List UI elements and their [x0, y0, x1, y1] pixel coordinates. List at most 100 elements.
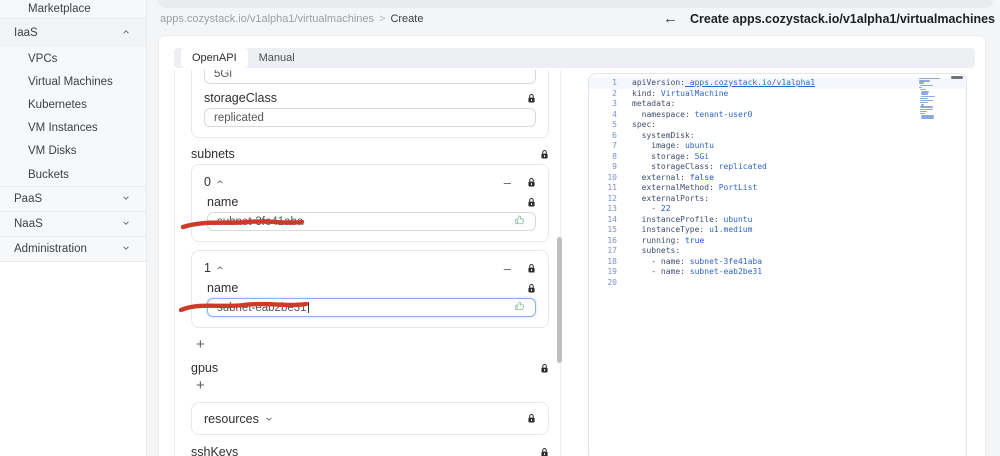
chevron-down-icon	[265, 410, 273, 428]
breadcrumb-resource-link[interactable]: apps.cozystack.io/v1alpha1/virtualmachin…	[160, 13, 374, 25]
add-gpu-button[interactable]: +	[196, 378, 210, 393]
collapse-chevron-icon[interactable]	[216, 175, 224, 189]
editor-scroll-indicator[interactable]	[951, 76, 963, 79]
subnet-item-card-1: 1 – name subnet-eab2be31	[191, 250, 549, 328]
lock-icon	[541, 149, 548, 158]
minimap-line	[920, 84, 933, 86]
sshkeys-label-row: sshKeys	[191, 445, 549, 456]
sidebar-item-vm-instances[interactable]: VM Instances	[0, 116, 146, 140]
sidebar-item-label: NaaS	[14, 218, 43, 231]
line-number: 5	[612, 120, 617, 129]
input-value: 5Gi	[214, 70, 232, 80]
remove-item-icon[interactable]: –	[504, 176, 511, 189]
field-label: name	[207, 195, 239, 209]
sidebar-item-label: Virtual Machines	[28, 75, 113, 88]
code-token: false	[684, 172, 714, 182]
tab-manual[interactable]: Manual	[248, 48, 306, 68]
line-number: 13	[607, 204, 617, 213]
sidebar-item-virtual-machines[interactable]: Virtual Machines	[0, 70, 146, 94]
resources-collapse-card[interactable]: resources	[191, 402, 549, 435]
line-number: 3	[612, 99, 617, 108]
minimap-line	[921, 93, 928, 95]
sidebar-item-paas[interactable]: PaaS	[0, 187, 146, 212]
breadcrumb-separator: >	[379, 13, 386, 25]
lock-icon	[541, 447, 548, 456]
code-line: 10 external: false	[589, 173, 966, 184]
code-line: 6 systemDisk:	[589, 131, 966, 142]
sidebar-item-buckets[interactable]: Buckets	[0, 162, 146, 187]
sidebar-divider	[0, 261, 146, 263]
code-token: instanceType:	[632, 225, 705, 234]
minimap-line	[921, 91, 929, 93]
code-lines: 1 apiVersion: apps.cozystack.io/v1alpha1 2…	[589, 78, 966, 288]
minimap-line	[920, 110, 928, 113]
code-token: VirtualMachine	[656, 88, 729, 98]
tab-openapi[interactable]: OpenAPI	[181, 48, 248, 68]
tab-label: Manual	[258, 52, 295, 64]
code-token: u1.medium	[704, 225, 753, 234]
code-token: tenant-user0	[689, 109, 753, 119]
code-token: ubuntu	[680, 141, 714, 150]
code-token: true	[680, 235, 705, 245]
code-token: replicated	[713, 162, 767, 171]
back-arrow-icon[interactable]: ←	[663, 11, 678, 26]
subnet-item-header: 1 –	[204, 261, 536, 275]
sidebar-item-label: Buckets	[28, 168, 69, 181]
sidebar-item-kubernetes[interactable]: Kubernetes	[0, 93, 146, 117]
lock-icon	[541, 363, 548, 372]
editor-minimap[interactable]	[919, 78, 946, 122]
add-subnet-button[interactable]: +	[196, 337, 210, 352]
code-line: 2 kind: VirtualMachine	[589, 89, 966, 100]
minimap-line	[920, 113, 925, 115]
thumbs-up-icon[interactable]	[514, 214, 526, 229]
line-number: 20	[607, 277, 617, 287]
minimap-line	[919, 78, 940, 80]
minimap-line	[920, 99, 934, 102]
chevron-down-icon	[122, 193, 130, 205]
line-number: 12	[607, 193, 617, 203]
thumbs-up-icon[interactable]	[514, 300, 526, 315]
code-token: spec:	[632, 120, 657, 129]
line-number: 1	[612, 78, 617, 87]
code-line: 7 image: ubuntu	[589, 141, 966, 152]
input-value: subnet-eab2be31	[217, 301, 307, 314]
sidebar-item-administration[interactable]: Administration	[0, 237, 146, 262]
page-header: ← Create apps.cozystack.io/v1alpha1/virt…	[663, 11, 995, 26]
line-number: 10	[607, 172, 617, 182]
sidebar-item-vpcs[interactable]: VPCs	[0, 47, 146, 71]
chevron-down-icon	[122, 218, 130, 230]
code-token: metadata:	[632, 99, 676, 108]
sidebar-item-marketplace[interactable]: Marketplace	[0, 0, 146, 18]
code-line: 13 - 22	[589, 204, 966, 215]
sidebar-item-label: Marketplace	[28, 3, 91, 15]
code-line: 19 - name: subnet-eab2be31	[589, 267, 966, 278]
subnet-item-header: 0 –	[204, 175, 536, 189]
subnets-label-row: subnets	[191, 147, 549, 161]
code-line: 17 subnets:	[589, 246, 966, 257]
lock-icon	[528, 93, 535, 102]
sidebar-item-naas[interactable]: NaaS	[0, 212, 146, 237]
sidebar-item-iaas[interactable]: IaaS	[0, 19, 146, 47]
sidebar: Marketplace IaaS VPCs Virtual Machines K…	[0, 0, 147, 456]
collapse-chevron-icon[interactable]	[216, 261, 224, 275]
minimap-line	[919, 86, 922, 89]
code-line: 16 running: true	[589, 236, 966, 247]
code-token: external:	[632, 172, 685, 182]
remove-item-icon[interactable]: –	[504, 262, 511, 275]
code-line: 4 namespace: tenant-user0	[589, 110, 966, 121]
subnet-name-input-1[interactable]: subnet-eab2be31	[207, 298, 536, 317]
sidebar-item-vm-disks[interactable]: VM Disks	[0, 139, 146, 163]
form-scrollbar-thumb[interactable]	[557, 237, 562, 363]
subnet-name-input-0[interactable]: subnet-3fe41aba	[207, 212, 536, 231]
tab-bar: OpenAPI Manual	[174, 48, 975, 68]
code-token: externalMethod:	[632, 183, 714, 192]
storage-class-input[interactable]: replicated	[204, 108, 536, 127]
code-token: namespace:	[632, 109, 690, 119]
page-title: Create apps.cozystack.io/v1alpha1/virtua…	[690, 11, 995, 26]
code-token: image:	[632, 141, 681, 150]
yaml-editor[interactable]: 1 apiVersion: apps.cozystack.io/v1alpha1 2…	[588, 73, 967, 456]
section-label: sshKeys	[191, 445, 239, 456]
code-token: -	[632, 204, 661, 213]
storage-input[interactable]: 5Gi	[204, 70, 536, 84]
field-label: name	[207, 281, 239, 295]
